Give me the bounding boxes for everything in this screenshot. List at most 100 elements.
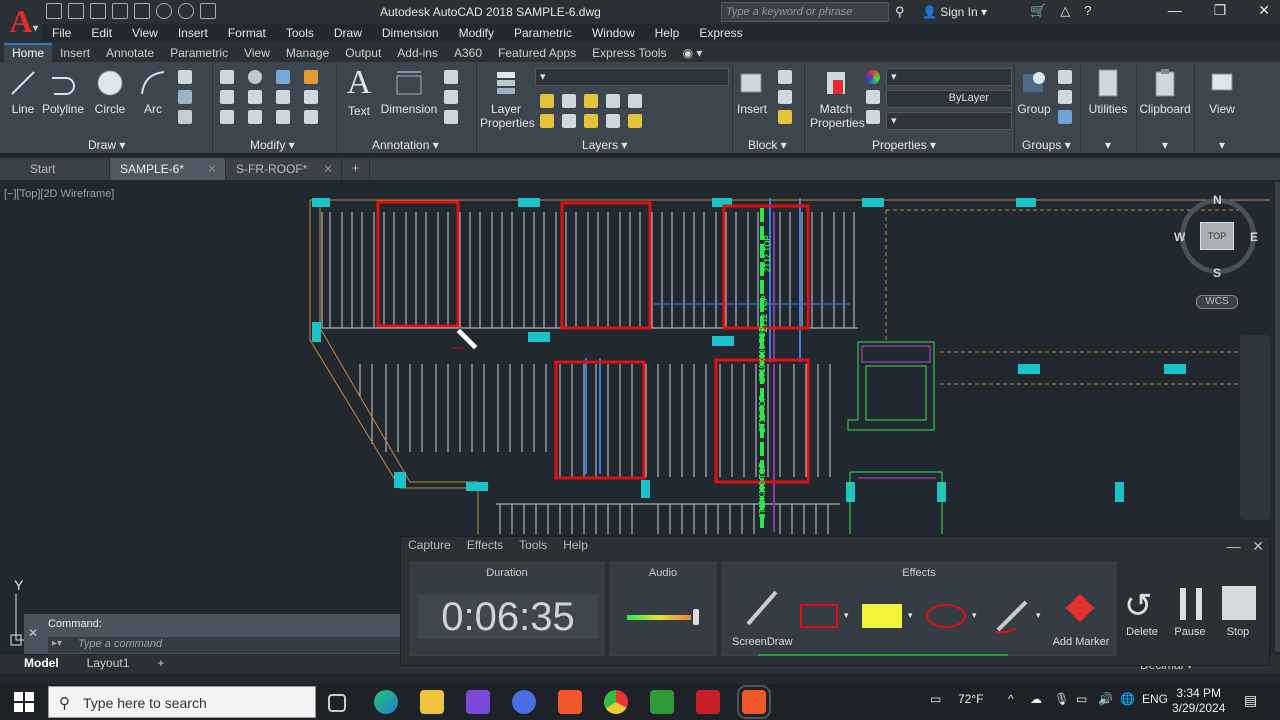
polyline-button[interactable]: Polyline	[40, 68, 86, 116]
tab-featured-apps[interactable]: Featured Apps	[490, 44, 584, 62]
close-tab-icon[interactable]: ✕	[207, 162, 217, 176]
autocad-icon[interactable]	[696, 690, 720, 714]
language-indicator[interactable]: ENG	[1142, 692, 1168, 706]
layer-lock-icon[interactable]	[606, 94, 620, 108]
linear-dimension-icon[interactable]	[444, 70, 458, 84]
print-icon[interactable]	[134, 3, 150, 19]
table-icon[interactable]	[444, 110, 458, 124]
highlight-tool-dropdown-icon[interactable]: ▾	[908, 610, 913, 621]
utilities-expand-icon[interactable]: ▾	[1084, 138, 1132, 152]
taskbar-clock[interactable]: 3:34 PM 3/29/2024	[1172, 686, 1225, 716]
new-tab-button[interactable]: +	[342, 158, 371, 180]
layer-match-icon[interactable]	[628, 94, 642, 108]
edge-icon[interactable]	[374, 690, 398, 714]
viewport-controls[interactable]: [−][Top][2D Wireframe]	[4, 188, 114, 200]
group-button[interactable]: Group	[1016, 68, 1052, 116]
new-icon[interactable]	[46, 3, 62, 19]
pen-tool-icon[interactable]	[992, 596, 1032, 639]
navigation-bar[interactable]	[1240, 335, 1270, 520]
tab-express-tools[interactable]: Express Tools	[584, 44, 674, 62]
recorder-close-icon[interactable]: ✕	[1252, 538, 1264, 554]
ellipse-tool-icon[interactable]	[926, 604, 966, 628]
network-icon[interactable]: ▭	[1076, 692, 1087, 706]
binoculars-icon[interactable]: ⚲	[895, 4, 905, 20]
layer-previous-icon[interactable]	[628, 114, 642, 128]
ellipse-tool-dropdown-icon[interactable]: ▾	[972, 610, 977, 621]
tab-manage[interactable]: Manage	[278, 44, 337, 62]
layer-unlock-icon[interactable]	[606, 114, 620, 128]
scale-icon[interactable]	[248, 110, 262, 124]
layer-isolate-icon[interactable]	[562, 94, 576, 108]
explode-icon[interactable]	[304, 90, 318, 104]
wcs-dropdown[interactable]: WCS	[1196, 295, 1238, 309]
menu-tools[interactable]: Tools	[276, 24, 324, 42]
mic-icon[interactable]: 🎙	[1054, 692, 1069, 706]
redo-icon[interactable]	[178, 3, 194, 19]
recorder-menu-effects[interactable]: Effects	[467, 538, 503, 552]
layer-on-icon[interactable]	[540, 114, 554, 128]
stop-icon[interactable]	[1222, 586, 1256, 620]
doc-tab-sample-6[interactable]: SAMPLE-6* ✕	[110, 158, 226, 180]
fillet-icon[interactable]	[276, 90, 290, 104]
hatch-icon[interactable]	[178, 90, 192, 104]
viewcube-east[interactable]: E	[1250, 230, 1258, 244]
dimension-button[interactable]: Dimension	[380, 68, 438, 116]
doc-tab-s-fr-roof[interactable]: S-FR-ROOF* ✕	[226, 158, 342, 180]
minimize-icon[interactable]: —	[1168, 2, 1182, 19]
offset-icon[interactable]	[304, 110, 318, 124]
tab-add-ins[interactable]: Add-ins	[389, 44, 446, 62]
line-button[interactable]: Line	[8, 68, 38, 116]
layers-panel-title[interactable]: Layers ▾	[582, 138, 627, 152]
viewcube-top[interactable]: TOP	[1200, 222, 1234, 250]
vertical-scrollbar[interactable]	[1275, 182, 1280, 652]
delete-icon[interactable]: ↺	[1124, 586, 1153, 626]
plot-icon[interactable]	[200, 3, 216, 19]
layer-thaw-icon[interactable]	[584, 114, 598, 128]
recorder-menu-tools[interactable]: Tools	[519, 538, 547, 552]
app-grid-icon[interactable]	[466, 690, 490, 714]
menu-dimension[interactable]: Dimension	[372, 24, 449, 42]
cloud-icon[interactable]: ☁	[1030, 692, 1042, 706]
cart-icon[interactable]: 🛒	[1030, 3, 1046, 19]
edit-block-icon[interactable]	[778, 90, 792, 104]
tab-a360[interactable]: A360	[446, 44, 490, 62]
weather-temp[interactable]: 72°F	[958, 692, 983, 706]
annotation-panel-title[interactable]: Annotation ▾	[372, 138, 439, 152]
close-tab-icon[interactable]: ✕	[323, 162, 333, 176]
circle-button[interactable]: Circle	[92, 68, 128, 116]
file-explorer-icon[interactable]	[420, 690, 444, 714]
screendraw-pen-icon[interactable]	[744, 588, 780, 631]
copy-icon[interactable]	[220, 90, 234, 104]
copilot-icon[interactable]	[512, 690, 536, 714]
layout-tab-model[interactable]: Model	[10, 655, 73, 673]
create-block-icon[interactable]	[778, 70, 792, 84]
help-icon[interactable]: ?	[1084, 3, 1091, 19]
recorder-menu-help[interactable]: Help	[563, 538, 588, 552]
viewcube-north[interactable]: N	[1213, 193, 1222, 207]
menu-format[interactable]: Format	[218, 24, 276, 42]
text-button[interactable]: A Text	[342, 66, 376, 119]
layout-tab-layout1[interactable]: Layout1	[73, 655, 144, 673]
tab-output[interactable]: Output	[337, 44, 389, 62]
block-panel-title[interactable]: Block ▾	[748, 138, 787, 152]
effects-slider-track[interactable]	[758, 654, 1008, 656]
menu-express[interactable]: Express	[689, 24, 752, 42]
region-icon[interactable]	[178, 110, 192, 124]
recorder-minimize-icon[interactable]: —	[1227, 538, 1241, 554]
undo-icon[interactable]	[156, 3, 172, 19]
tab-insert[interactable]: Insert	[52, 44, 98, 62]
view-expand-icon[interactable]: ▾	[1200, 138, 1244, 152]
globe-icon[interactable]: 🌐	[1120, 692, 1135, 706]
recorder-menu-capture[interactable]: Capture	[408, 538, 451, 552]
highlight-tool-icon[interactable]	[862, 604, 902, 628]
ribbon-toggle-icon[interactable]: ◉ ▾	[675, 44, 711, 62]
menu-parametric[interactable]: Parametric	[504, 24, 582, 42]
group-select-icon[interactable]	[1058, 110, 1072, 124]
draw-panel-title[interactable]: Draw ▾	[88, 138, 125, 152]
lineweight-dropdown[interactable]: ByLayer	[886, 90, 1012, 108]
volume-icon[interactable]: 🔊	[1098, 692, 1113, 706]
move-icon[interactable]	[220, 70, 234, 84]
tab-home[interactable]: Home	[4, 43, 53, 62]
menu-window[interactable]: Window	[582, 24, 645, 42]
rectangle-tool-dropdown-icon[interactable]: ▾	[844, 610, 849, 621]
